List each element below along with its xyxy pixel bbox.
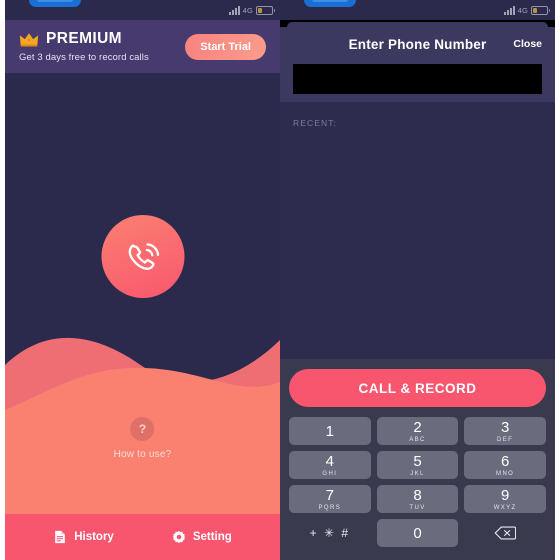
key-6-letters: MNO [496,470,515,477]
backspace-button[interactable] [464,519,546,547]
key-2-digit: 2 [413,418,422,436]
key-9-digit: 9 [500,486,510,504]
call-record-fab[interactable] [101,215,184,298]
nav-item-setting[interactable]: Setting [172,530,232,544]
modal-sheet-top-edge [280,20,555,27]
network-label: 4G [517,5,528,15]
premium-title: PREMIUM [46,30,122,47]
nav-item-history[interactable]: History [53,530,114,544]
battery-icon [531,5,550,15]
key-3[interactable]: 3 DEF [464,417,546,445]
signal-bars-icon [503,5,515,15]
status-bar-right-icons-2: 4G [503,5,550,15]
signal-bars-icon [228,5,240,15]
network-label: 4G [242,5,253,15]
gear-icon [172,530,186,544]
modal-title: Enter Phone Number [348,36,487,52]
key-6[interactable]: 6 MNO [464,451,546,479]
left-scene: ? How to use? History Setting [5,73,280,560]
key-2[interactable]: 2 ABC [376,417,459,445]
status-bar-left: 4G [5,0,280,20]
key-3-digit: 3 [500,418,510,436]
dialer-modal: Enter Phone Number Close RECENT: CALL & … [280,20,555,560]
key-symbols[interactable]: + ✳ # [289,519,371,547]
phone-number-input[interactable] [293,64,542,94]
close-button[interactable]: Close [513,38,542,50]
battery-icon [256,5,275,15]
key-1[interactable]: 1 [289,417,371,445]
key-5-digit: 5 [413,452,422,470]
status-bar-right: 4G [280,0,555,20]
key-7[interactable]: 7 PQRS [289,485,371,513]
modal-header: Enter Phone Number Close [280,27,555,61]
recording-pill-indicator [29,0,81,7]
key-1-digit: 1 [325,422,334,440]
key-5[interactable]: 5 JKL [376,451,459,479]
key-3-letters: DEF [497,436,514,443]
key-0-digit: 0 [413,524,422,542]
key-8[interactable]: 8 TUV [376,485,459,513]
left-screen-body: PREMIUM Get 3 days free to record calls … [5,20,280,560]
nav-label-history: History [74,531,114,543]
premium-title-row: PREMIUM [19,30,185,48]
key-5-letters: JKL [410,470,425,477]
key-8-letters: TUV [409,504,426,511]
screenshot-root: 4G PREMIUM Get 3 days free to record cal… [0,0,560,560]
key-0[interactable]: 0 [376,519,459,547]
keypad-grid: 1 2 ABC 3 DEF 4 GHI 5 JKL 6 MNO 7 PQRS 8… [289,417,546,547]
key-4-digit: 4 [325,452,334,470]
crown-icon [19,32,39,46]
dialer-pad-zone: CALL & RECORD 1 2 ABC 3 DEF 4 GHI 5 JKL … [280,359,555,560]
recording-pill-indicator-right [304,0,356,7]
key-9[interactable]: 9 WXYZ [464,485,546,513]
how-to-use-button[interactable]: ? How to use? [114,417,172,460]
key-6-digit: 6 [500,452,510,470]
phone-input-zone [280,61,555,102]
key-9-letters: WXYZ [493,504,517,511]
premium-text-block: PREMIUM Get 3 days free to record calls [19,30,185,63]
call-and-record-button[interactable]: CALL & RECORD [289,369,546,407]
recent-calls-list: RECENT: [280,102,555,359]
status-bar-right-icons: 4G [228,5,275,15]
nav-label-setting: Setting [192,531,232,543]
start-trial-button[interactable]: Start Trial [185,33,266,60]
key-7-digit: 7 [325,486,334,504]
key-8-digit: 8 [413,486,422,504]
key-4-letters: GHI [322,470,338,477]
recent-label: RECENT: [293,118,338,128]
question-mark-icon: ? [130,417,155,441]
right-phone-screen: 4G Enter Phone Number Close RECENT: CALL… [280,0,555,560]
premium-subtitle: Get 3 days free to record calls [19,52,149,63]
bottom-navigation: History Setting [5,514,280,560]
key-4[interactable]: 4 GHI [289,451,371,479]
phone-call-icon [128,242,160,270]
premium-banner[interactable]: PREMIUM Get 3 days free to record calls … [5,20,280,73]
key-7-letters: PQRS [318,504,342,511]
document-icon [55,530,65,544]
backspace-icon [494,526,517,540]
left-phone-screen: 4G PREMIUM Get 3 days free to record cal… [5,0,280,560]
key-2-letters: ABC [409,436,426,443]
how-to-use-label: How to use? [113,449,172,460]
